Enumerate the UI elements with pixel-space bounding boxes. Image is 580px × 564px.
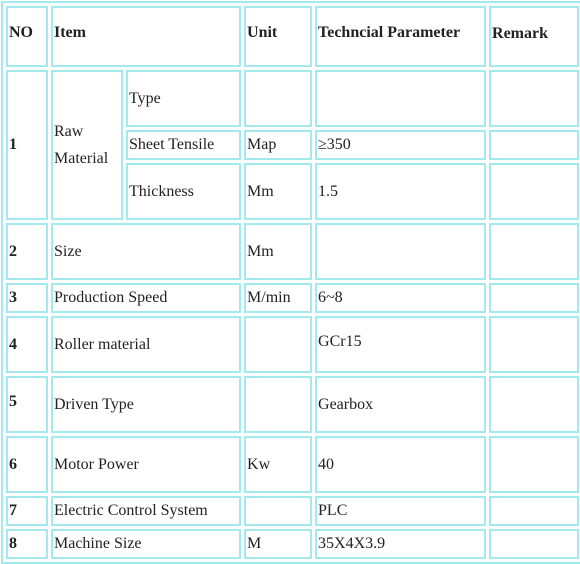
table-row: 6 Motor Power Kw 40 (6, 436, 580, 493)
row-remark (489, 70, 580, 127)
row-unit (244, 70, 313, 127)
row-remark (489, 436, 580, 493)
row-unit (244, 496, 313, 526)
table-header-row: NO Item Unit Techncial Parameter Remark (6, 6, 580, 67)
row-parameter: 1.5 (315, 163, 487, 220)
header-unit: Unit (244, 6, 313, 67)
table-row: 1 Raw Material Type (6, 70, 580, 220)
row-unit: M/min (244, 283, 313, 313)
header-parameter: Techncial Parameter (315, 6, 487, 67)
row-unit (244, 316, 313, 373)
row-item: Machine Size (51, 529, 242, 559)
row-parameter: 35X4X3.9 (315, 529, 487, 559)
row-no: 5 (6, 376, 48, 433)
row-subitem: Sheet Tensile (126, 130, 242, 160)
row-no: 4 (6, 316, 48, 373)
row-item-text: Raw Material (54, 123, 109, 167)
row-item: Driven Type (51, 376, 242, 433)
row-parameter (315, 70, 487, 127)
row-remark (489, 529, 580, 559)
row-no: 8 (6, 529, 48, 559)
row-item: Electric Control System (51, 496, 242, 526)
header-no: NO (6, 6, 48, 67)
row-parameter (315, 223, 487, 280)
row-parameter: 40 (315, 436, 487, 493)
row-no: 6 (6, 436, 48, 493)
row-parameter: GCr15 (315, 316, 487, 373)
row-remark (489, 223, 580, 280)
row-remark (489, 283, 580, 313)
row-remark (489, 130, 580, 160)
row-no: 3 (6, 283, 48, 313)
table-row: 3 Production Speed M/min 6~8 (6, 283, 580, 313)
header-item: Item (51, 6, 242, 67)
row-item: Roller material (51, 316, 242, 373)
row-remark (489, 376, 580, 433)
row-no: 7 (6, 496, 48, 526)
row-unit: Mm (244, 163, 313, 220)
row-remark (489, 163, 580, 220)
row-item: Production Speed (51, 283, 242, 313)
row-unit: Mm (244, 223, 313, 280)
header-remark: Remark (489, 6, 580, 67)
row-parameter: ≥350 (315, 130, 487, 160)
row-no: 2 (6, 223, 48, 280)
row-parameter: Gearbox (315, 376, 487, 433)
row-subitem: Thickness (126, 163, 242, 220)
row-parameter: PLC (315, 496, 487, 526)
table-row: 2 Size Mm (6, 223, 580, 280)
row-unit: M (244, 529, 313, 559)
specification-table: NO Item Unit Techncial Parameter Remark … (1, 1, 580, 564)
row-unit: Map (244, 130, 313, 160)
row-subitem: Type (126, 70, 242, 127)
row-remark (489, 316, 580, 373)
table-row: 5 Driven Type Gearbox (6, 376, 580, 433)
row-parameter: 6~8 (315, 283, 487, 313)
table-row: 8 Machine Size M 35X4X3.9 (6, 529, 580, 559)
row-unit: Kw (244, 436, 313, 493)
row-item: Size (51, 223, 242, 280)
table-row: 7 Electric Control System PLC (6, 496, 580, 526)
row-item: Raw Material (51, 70, 123, 220)
row-remark (489, 496, 580, 526)
table-row: 4 Roller material GCr15 (6, 316, 580, 373)
row-no: 1 (6, 70, 48, 220)
row-item: Motor Power (51, 436, 242, 493)
row-unit (244, 376, 313, 433)
